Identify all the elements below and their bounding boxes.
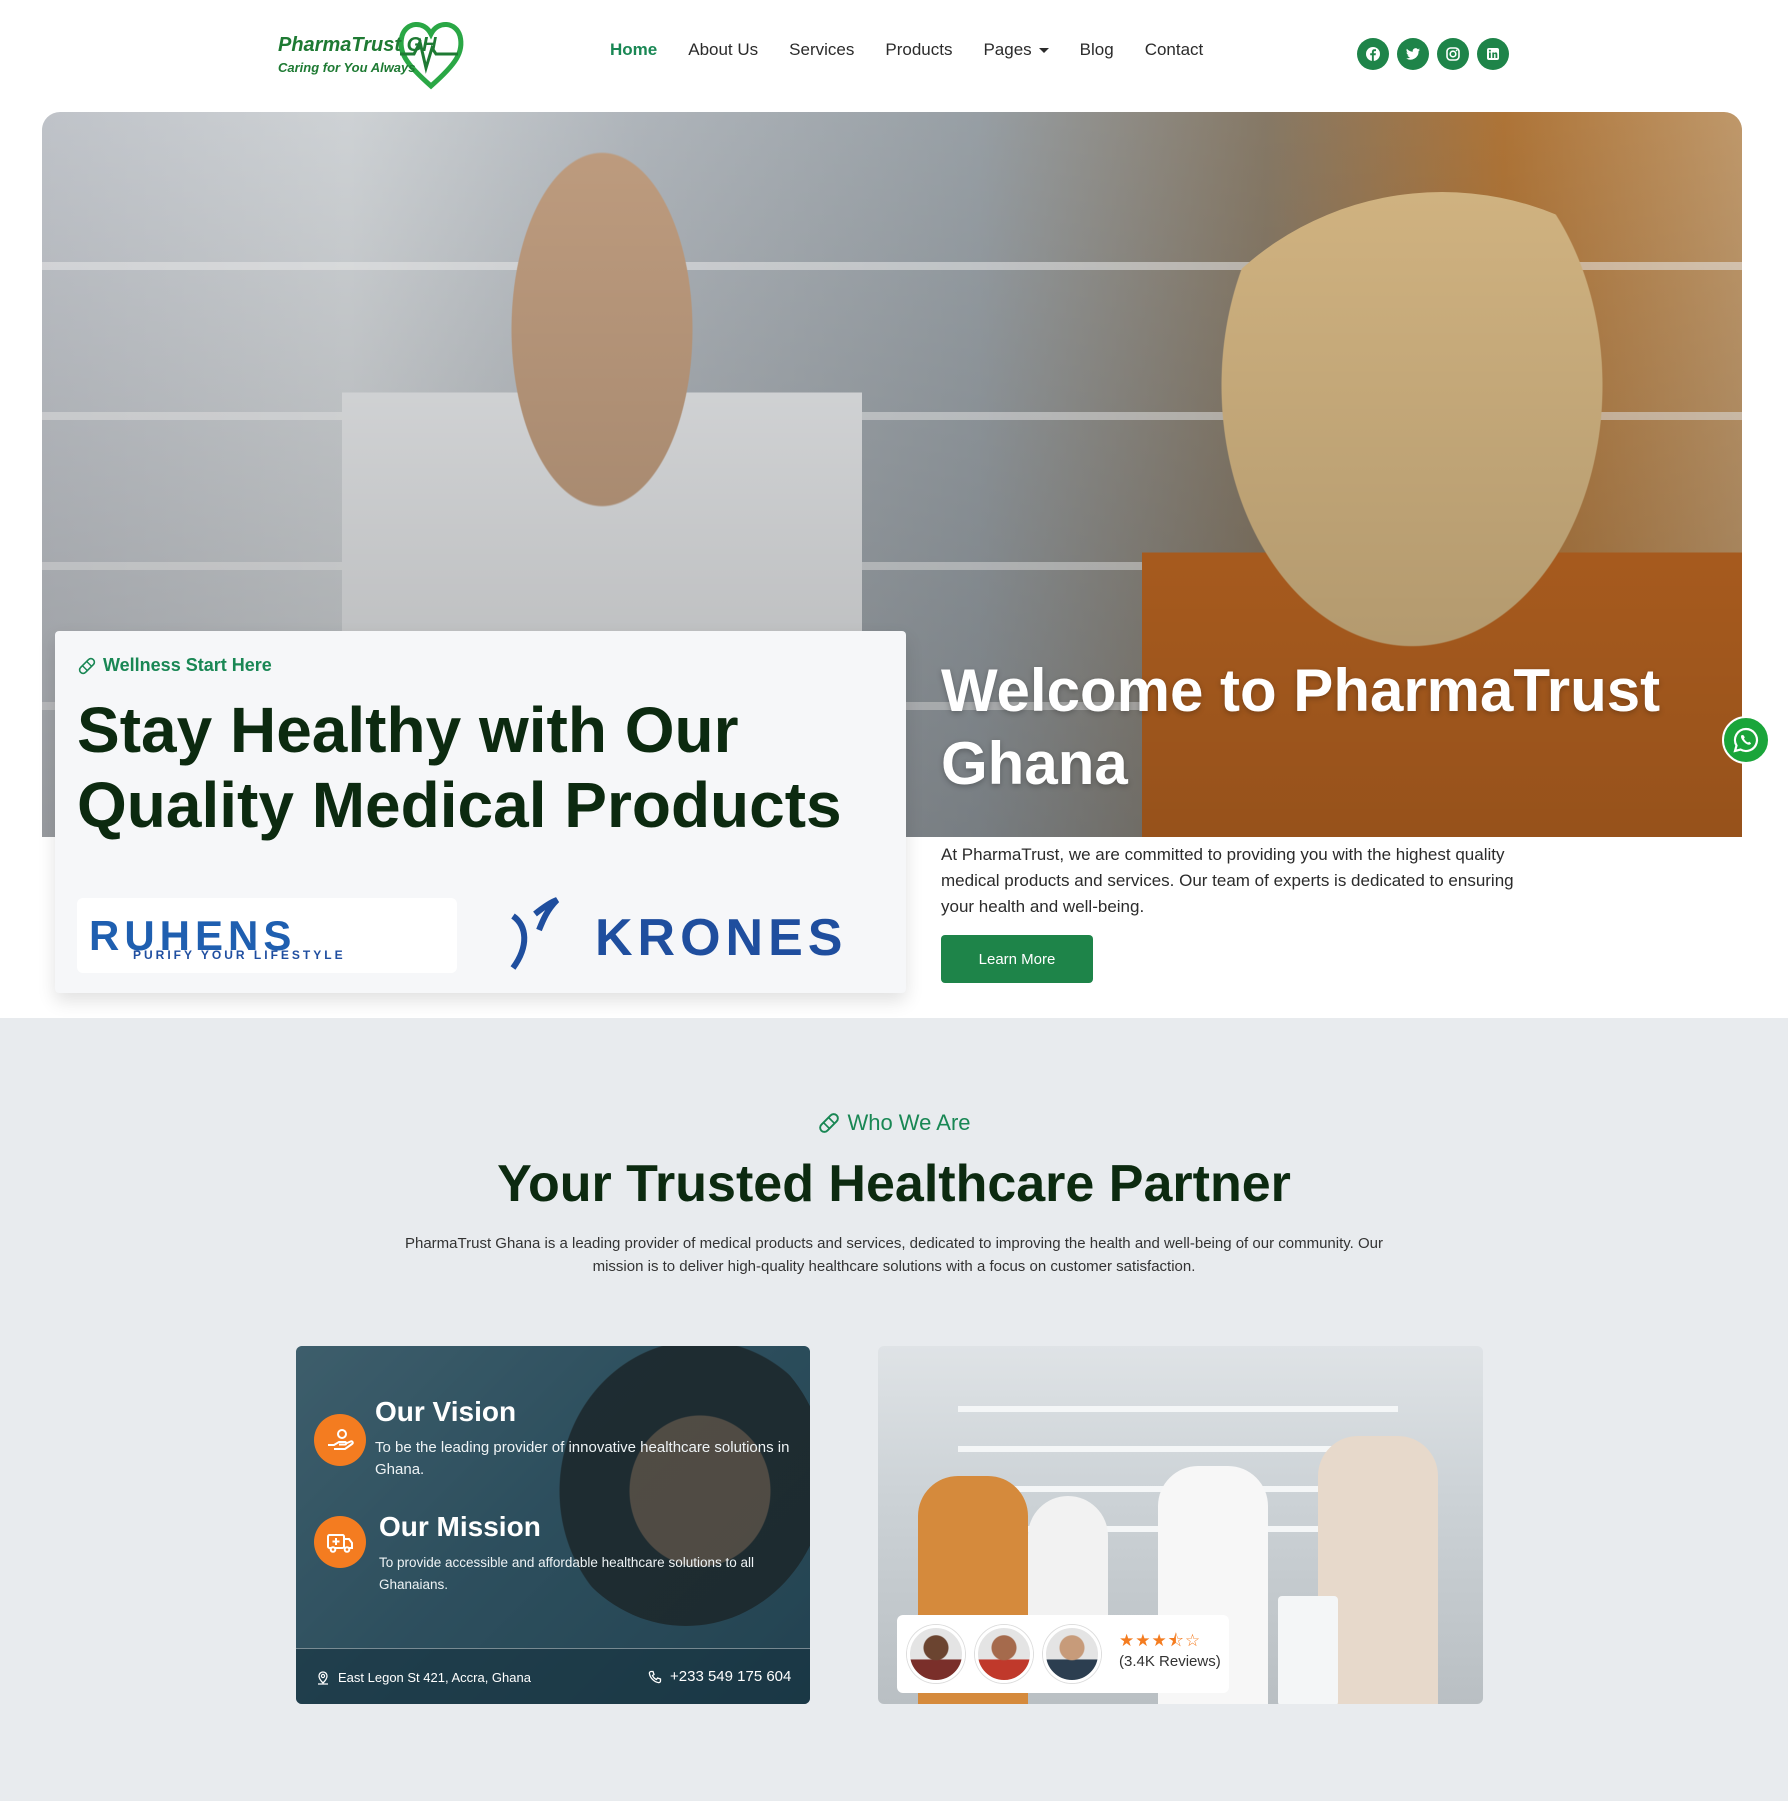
partner-logo-krones: KRONES [505, 896, 895, 976]
location-pin-icon [318, 1670, 328, 1685]
avatar [1043, 1625, 1101, 1683]
shelf [958, 1406, 1398, 1412]
reviews-badge: ★★★⯪☆ (3.4K Reviews) [897, 1615, 1229, 1693]
instagram-icon[interactable] [1437, 38, 1469, 70]
address: East Legon St 421, Accra, Ghana [316, 1670, 531, 1685]
partner-logo-ruhens: RUHENS PURIFY YOUR LIFESTYLE [77, 898, 457, 973]
ruhens-tagline: PURIFY YOUR LIFESTYLE [133, 948, 346, 962]
about-eyebrow: Who We Are [0, 1110, 1788, 1136]
address-text: East Legon St 421, Accra, Ghana [338, 1670, 531, 1685]
krones-wordmark: KRONES [595, 909, 848, 967]
logo-name: PharmaTrust GH [278, 34, 437, 56]
twitter-icon[interactable] [1397, 38, 1429, 70]
vision-title: Our Vision [375, 1396, 517, 1427]
krones-mark-icon [510, 897, 560, 970]
vision-mission-card: Our Vision To be the leading provider of… [296, 1346, 810, 1704]
nav-about-us[interactable]: About Us [688, 40, 758, 60]
ambulance-icon [314, 1516, 366, 1568]
hero-eyebrow: Wellness Start Here [77, 655, 272, 676]
about-eyebrow-text: Who We Are [847, 1110, 971, 1135]
nav-home[interactable]: Home [610, 40, 657, 60]
nav-products[interactable]: Products [885, 40, 952, 60]
whatsapp-icon[interactable] [1722, 716, 1770, 764]
about-section: Who We Are Your Trusted Healthcare Partn… [0, 1018, 1788, 1801]
contact-footer: East Legon St 421, Accra, Ghana +233 549… [296, 1648, 810, 1704]
welcome-heading: Welcome to PharmaTrust Ghana [941, 657, 1661, 797]
social-links [1357, 38, 1509, 70]
phone-text: +233 549 175 604 [670, 1668, 792, 1685]
nav-contact[interactable]: Contact [1145, 40, 1204, 60]
nav-services[interactable]: Services [789, 40, 854, 60]
phone-icon [648, 1670, 662, 1683]
avatar [975, 1625, 1033, 1683]
hero-title: Stay Healthy with Our Quality Medical Pr… [77, 694, 842, 841]
pharmacy-photo-card: ★★★⯪☆ (3.4K Reviews) [878, 1346, 1483, 1704]
nav-pages-dropdown[interactable]: Pages [983, 40, 1049, 60]
logo-tagline: Caring for You Always [278, 60, 416, 75]
hero-eyebrow-text: Wellness Start Here [103, 655, 272, 675]
navbar: PharmaTrust GH Caring for You Always Hom… [0, 0, 1788, 108]
about-description: PharmaTrust Ghana is a leading provider … [404, 1235, 1383, 1275]
bandage-icon [78, 657, 96, 674]
vision-text: To be the leading provider of innovative… [375, 1439, 790, 1478]
hero-description: At PharmaTrust, we are committed to prov… [941, 845, 1514, 916]
logo[interactable]: PharmaTrust GH Caring for You Always [276, 14, 466, 94]
chevron-down-icon [1038, 47, 1049, 53]
mission-text: To provide accessible and affordable hea… [379, 1555, 754, 1592]
nav-blog[interactable]: Blog [1080, 40, 1114, 60]
main-nav: Home About Us Services Products Pages Bl… [610, 40, 1234, 60]
reviews-count: (3.4K Reviews) [1119, 1653, 1221, 1670]
counter [1278, 1596, 1338, 1704]
avatar [907, 1625, 965, 1683]
learn-more-button[interactable]: Learn More [941, 935, 1093, 983]
nav-pages-label: Pages [983, 40, 1032, 59]
about-title: Your Trusted Healthcare Partner [497, 1155, 1291, 1213]
bandage-icon [819, 1113, 840, 1133]
hand-care-icon [314, 1414, 366, 1466]
hero-card: Wellness Start Here Stay Healthy with Ou… [55, 631, 906, 993]
facebook-icon[interactable] [1357, 38, 1389, 70]
phone[interactable]: +233 549 175 604 [648, 1668, 791, 1685]
staff-figure [1028, 1496, 1108, 1616]
mission-title: Our Mission [379, 1511, 541, 1542]
linkedin-icon[interactable] [1477, 38, 1509, 70]
